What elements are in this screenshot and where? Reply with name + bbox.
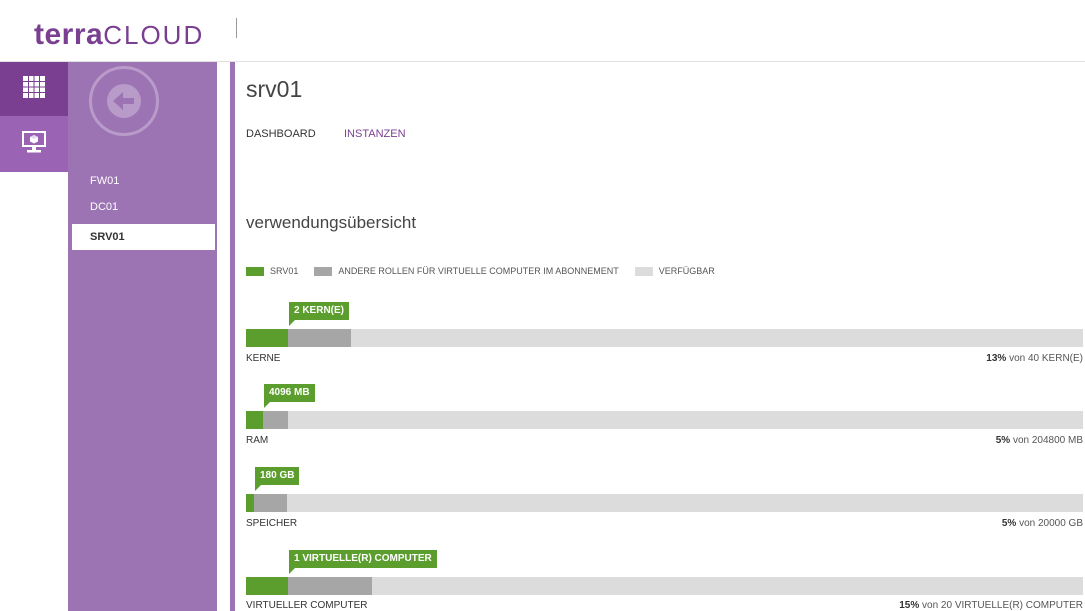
header-divider [236,18,237,38]
metric-vms: 1 VIRTUELLE(R) COMPUTER VIRTUELLER COMPU… [246,550,1083,611]
metric-storage-used-fill [246,494,254,512]
logo-bold-text: terra [34,18,104,51]
metric-vms-percent: 15% [899,600,920,611]
metric-cores: 2 KERN(E) KERNE 13% von 40 KERN(E) [246,302,1083,368]
metric-cores-value: 13% von 40 KERN(E) [986,353,1083,364]
metric-cores-label: KERNE [246,353,281,364]
nav-item-fw01[interactable]: FW01 [72,168,215,194]
instance-nav-panel: FW01 DC01 SRV01 [68,62,217,611]
nav-item-srv01[interactable]: SRV01 [72,224,215,250]
metric-vms-total: von 20 VIRTUELLE(R) COMPUTER [922,600,1083,611]
back-button[interactable] [89,66,159,136]
grid-button[interactable] [0,62,68,116]
metric-ram-used-fill [246,411,263,429]
main-content: srv01 DASHBOARD INSTANZEN verwendungsübe… [246,62,1085,611]
logo-light-text: CLOUD [103,20,205,50]
metric-cores-callout: 2 KERN(E) [289,302,350,326]
header: terraCLOUD [0,0,1085,62]
metric-storage-total: von 20000 GB [1019,518,1083,529]
metric-vms-label: VIRTUELLER COMPUTER [246,600,368,611]
metric-vms-callout: 1 VIRTUELLE(R) COMPUTER [289,550,437,574]
grid-icon [23,75,45,103]
metric-cores-other-fill [288,329,351,347]
legend-label-available: VERFÜGBAR [658,266,715,276]
metric-cores-total: von 40 KERN(E) [1009,353,1083,364]
metric-ram-percent: 5% [995,435,1011,446]
monitor-icon [21,130,47,159]
metric-ram-callout: 4096 MB [264,384,315,408]
metric-storage-callout: 180 GB [255,467,300,491]
metric-storage-other-fill [254,494,287,512]
legend-swatch-srv01 [246,266,264,276]
legend-item-other-roles: ANDERE ROLLEN FÜR VIRTUELLE COMPUTER IM … [314,266,619,276]
metric-ram-label: RAM [246,435,269,446]
back-arrow-icon [107,84,141,118]
icon-rail [0,62,68,611]
metric-ram-total: von 204800 MB [1012,435,1083,446]
metric-storage: 180 GB SPEICHER 5% von 20000 GB [246,467,1083,533]
metric-cores-used-fill [246,329,288,347]
nav-item-dc01[interactable]: DC01 [72,194,215,220]
metric-ram-value: 5% von 204800 MB [996,435,1083,446]
metric-ram: 4096 MB RAM 5% von 204800 MB [246,384,1083,450]
legend-label-other-roles: ANDERE ROLLEN FÜR VIRTUELLE COMPUTER IM … [338,266,619,276]
metric-storage-bar [246,494,1083,512]
metric-ram-other-fill [263,411,288,429]
metric-vms-bar [246,577,1083,595]
tab-dashboard[interactable]: DASHBOARD [246,128,316,140]
metric-storage-label: SPEICHER [246,518,298,529]
virtual-machine-button[interactable] [0,116,68,172]
legend-swatch-other-roles [314,266,333,276]
tab-instanzen[interactable]: INSTANZEN [344,128,406,140]
legend-swatch-available [634,266,653,276]
metric-ram-bar [246,411,1083,429]
usage-legend: SRV01 ANDERE ROLLEN FÜR VIRTUELLE COMPUT… [246,264,731,278]
legend-label-srv01: SRV01 [270,266,299,276]
terracloud-logo[interactable]: terraCLOUD [34,18,204,52]
metric-vms-used-fill [246,577,288,595]
metric-vms-other-fill [288,577,372,595]
legend-item-available: VERFÜGBAR [634,266,715,276]
metric-cores-bar [246,329,1083,347]
metric-cores-percent: 13% [986,353,1007,364]
section-title: verwendungsübersicht [246,213,417,232]
metric-storage-value: 5% von 20000 GB [1002,518,1083,529]
metric-vms-value: 15% von 20 VIRTUELLE(R) COMPUTER [899,600,1083,611]
legend-item-srv01: SRV01 [246,266,298,276]
accent-bar [230,62,235,611]
page-title: srv01 [246,76,303,102]
metric-storage-percent: 5% [1001,518,1017,529]
